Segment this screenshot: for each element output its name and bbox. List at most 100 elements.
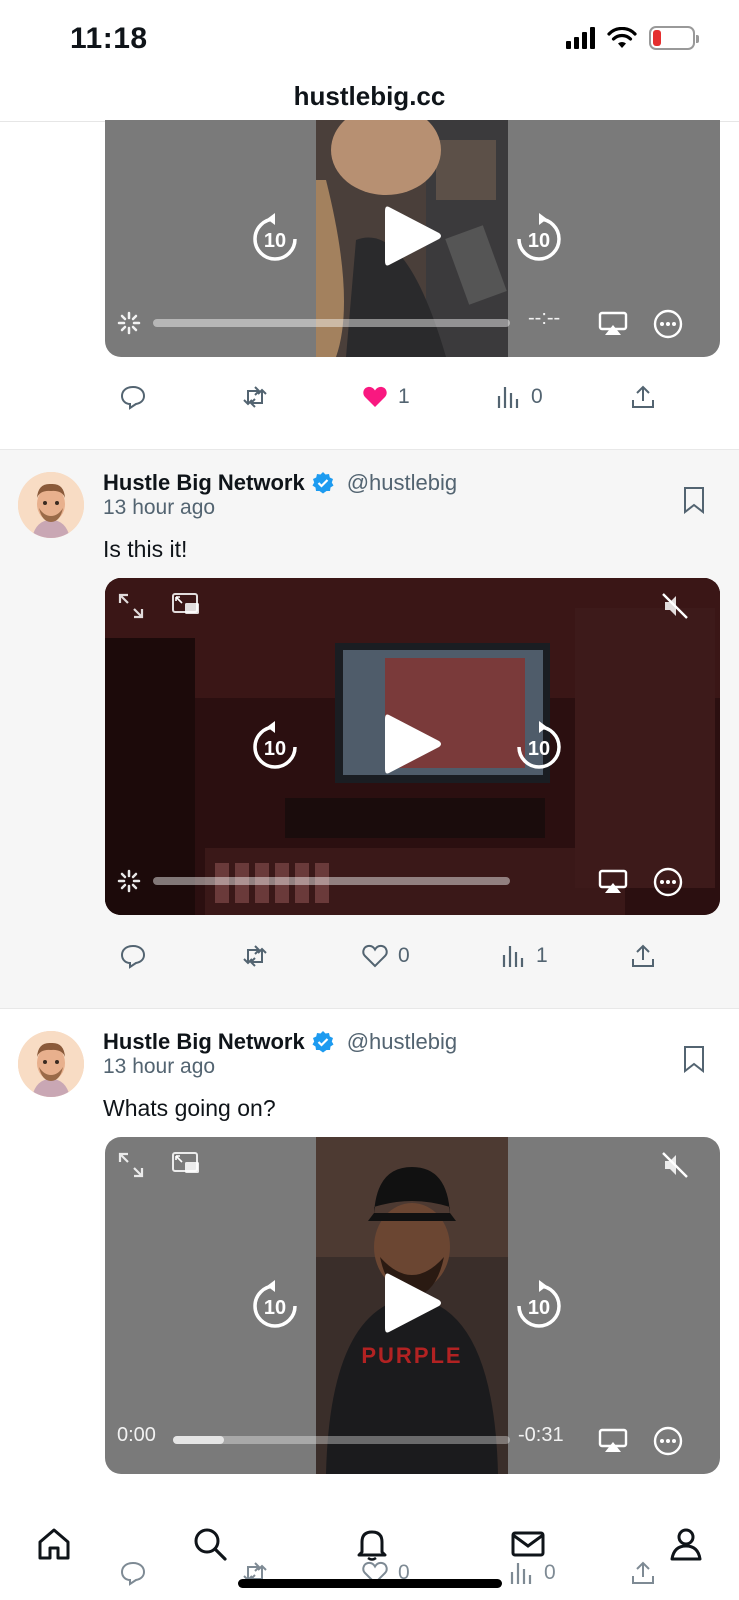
status-time: 11:18 (70, 22, 148, 55)
rewind-10-icon[interactable]: 10 (249, 212, 301, 265)
svg-text:10: 10 (528, 738, 550, 760)
video-progress-bar[interactable] (153, 319, 510, 327)
reply-button[interactable] (120, 943, 156, 969)
reply-button[interactable] (120, 384, 156, 410)
bookmark-icon[interactable] (683, 1045, 705, 1073)
airplay-icon[interactable] (598, 1428, 628, 1454)
post-actions: 0 1 (0, 943, 739, 983)
notifications-bell-icon[interactable] (354, 1526, 390, 1562)
author-name[interactable]: Hustle Big Network (103, 470, 305, 496)
svg-text:10: 10 (264, 738, 286, 760)
author-handle[interactable]: @hustlebig (347, 470, 457, 496)
picture-in-picture-icon[interactable] (171, 592, 201, 618)
author-handle[interactable]: @hustlebig (347, 1029, 457, 1055)
video-controls (105, 855, 720, 915)
share-button[interactable] (630, 943, 656, 969)
bottom-tab-bar: 0 0 (0, 1512, 739, 1600)
video-time-remaining: -0:31 (518, 1424, 564, 1446)
like-button[interactable]: 0 (362, 943, 410, 969)
post: Hustle Big Network @hustlebig 13 hour ag… (0, 450, 739, 1009)
home-indicator (238, 1579, 502, 1588)
views-icon (497, 387, 519, 408)
repost-icon (243, 945, 267, 967)
muted-speaker-icon[interactable] (661, 592, 689, 620)
url-text: hustlebig.cc (293, 81, 446, 111)
reply-button[interactable] (120, 1560, 146, 1586)
video-player[interactable]: 10 10 (105, 578, 720, 915)
feed: 10 10 --:-- 1 0 Hustle Big Network @hust… (0, 120, 739, 1600)
loading-spinner-icon (117, 869, 141, 893)
video-player[interactable]: 10 10 --:-- (105, 120, 720, 357)
more-icon[interactable] (653, 867, 683, 897)
repost-button[interactable] (242, 943, 278, 969)
video-progress-bar[interactable] (153, 877, 510, 885)
heart-filled-icon (363, 386, 387, 407)
home-icon[interactable] (36, 1526, 72, 1562)
video-progress-fill (173, 1436, 224, 1444)
post-text: Is this it! (103, 536, 188, 562)
verified-badge-icon (312, 1031, 334, 1053)
play-icon[interactable] (383, 203, 443, 269)
share-button[interactable] (630, 1560, 656, 1586)
views-button[interactable]: 0 (508, 1560, 556, 1586)
picture-in-picture-icon[interactable] (171, 1151, 201, 1177)
svg-text:PURPLE: PURPLE (361, 1343, 462, 1368)
rewind-10-icon[interactable]: 10 (249, 1279, 301, 1332)
views-icon (502, 946, 524, 967)
battery-icon (649, 26, 699, 50)
svg-text:10: 10 (528, 1297, 550, 1319)
expand-icon[interactable] (117, 592, 145, 620)
muted-speaker-icon[interactable] (661, 1151, 689, 1179)
video-controls: --:-- (105, 297, 720, 357)
share-icon (632, 944, 654, 967)
more-icon[interactable] (653, 309, 683, 339)
author-row: Hustle Big Network @hustlebig (103, 470, 457, 496)
search-icon[interactable] (192, 1526, 228, 1562)
post: 10 10 --:-- 1 0 (0, 120, 739, 450)
video-progress-bar[interactable] (173, 1436, 510, 1444)
status-indicators (566, 26, 699, 50)
browser-url-bar[interactable]: hustlebig.cc (0, 78, 739, 122)
bookmark-icon[interactable] (683, 486, 705, 514)
airplay-icon[interactable] (598, 869, 628, 895)
reply-icon (120, 944, 146, 969)
expand-icon[interactable] (117, 1151, 145, 1179)
airplay-icon[interactable] (598, 311, 628, 337)
rewind-10-icon[interactable]: 10 (249, 720, 301, 773)
avatar[interactable] (18, 1031, 84, 1097)
share-icon (632, 1561, 654, 1584)
forward-10-icon[interactable]: 10 (513, 212, 565, 265)
svg-text:10: 10 (528, 230, 550, 252)
status-bar: 11:18 (0, 0, 739, 78)
more-icon[interactable] (653, 1426, 683, 1456)
like-button[interactable]: 1 (362, 384, 410, 410)
views-icon (510, 1563, 532, 1584)
loading-spinner-icon (117, 311, 141, 335)
reply-icon (120, 1561, 146, 1586)
post-text: Whats going on? (103, 1095, 276, 1121)
video-player[interactable]: PURPLE 10 10 0:00 -0:31 (105, 1137, 720, 1474)
avatar[interactable] (18, 472, 84, 538)
views-button[interactable]: 0 (495, 384, 543, 410)
profile-icon[interactable] (668, 1526, 704, 1562)
video-time-elapsed: 0:00 (117, 1424, 156, 1446)
heart-icon (362, 944, 388, 968)
forward-10-icon[interactable]: 10 (513, 720, 565, 773)
verified-badge-icon (312, 472, 334, 494)
messages-mail-icon[interactable] (510, 1526, 546, 1562)
forward-10-icon[interactable]: 10 (513, 1279, 565, 1332)
post-timestamp: 13 hour ago (103, 1055, 216, 1078)
svg-text:10: 10 (264, 1297, 286, 1319)
video-time-remaining: --:-- (528, 307, 561, 329)
repost-button[interactable] (242, 384, 278, 410)
post-actions: 1 0 (0, 384, 739, 424)
play-icon[interactable] (383, 711, 443, 777)
reply-icon (120, 385, 146, 410)
views-button[interactable]: 1 (500, 943, 548, 969)
post-timestamp: 13 hour ago (103, 496, 216, 519)
repost-icon (243, 386, 267, 408)
share-button[interactable] (630, 384, 656, 410)
author-name[interactable]: Hustle Big Network (103, 1029, 305, 1055)
play-icon[interactable] (383, 1270, 443, 1336)
svg-text:10: 10 (264, 230, 286, 252)
